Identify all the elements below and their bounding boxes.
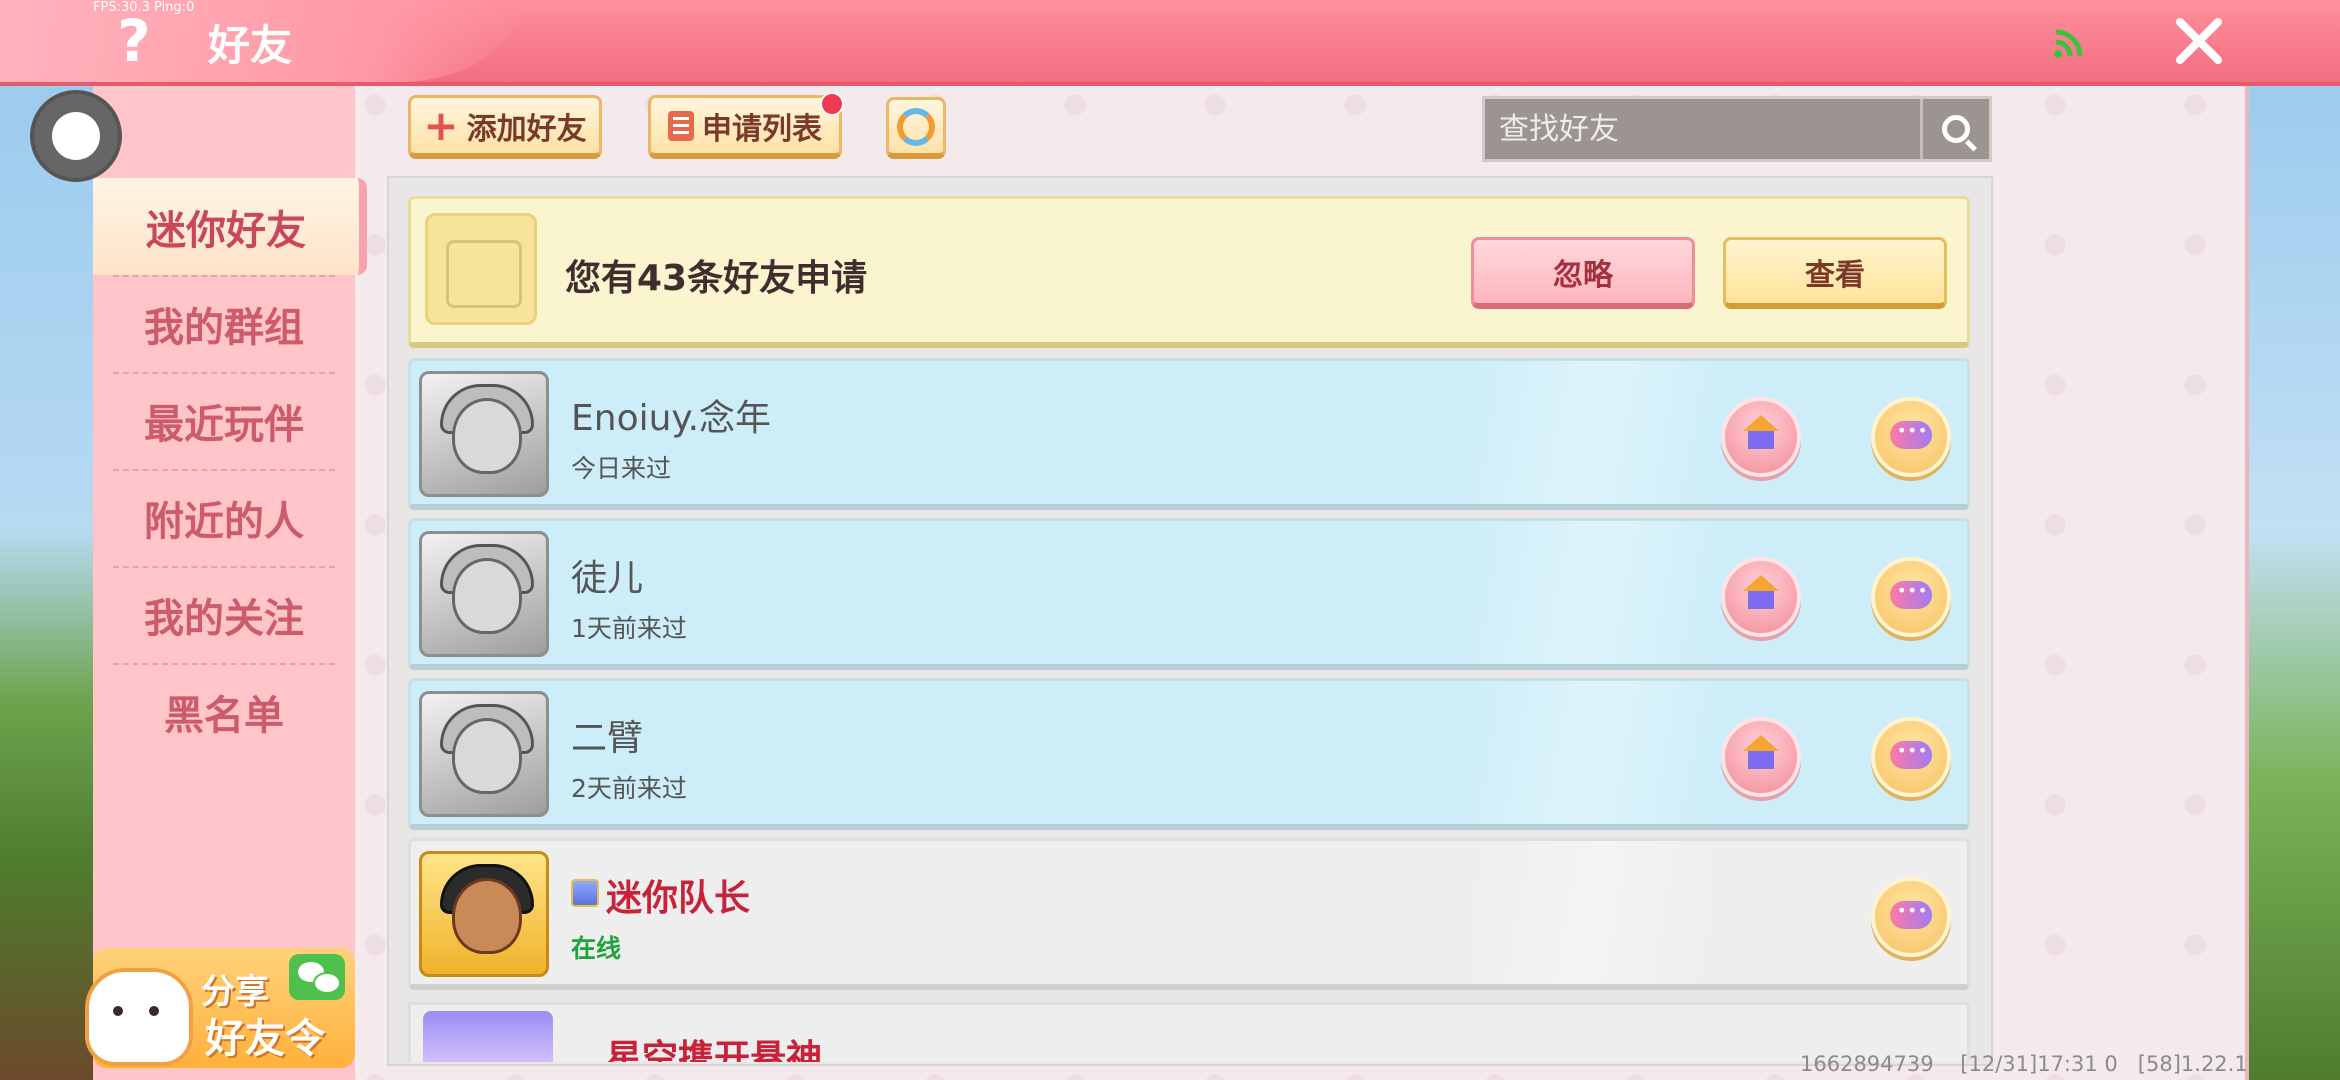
list-item[interactable]: 迷你队长 在线 bbox=[408, 838, 1970, 990]
refresh-button[interactable] bbox=[886, 97, 946, 159]
avatar bbox=[419, 851, 549, 977]
chat-icon[interactable] bbox=[1871, 557, 1951, 637]
friend-name: 星空携开悬神 bbox=[606, 1038, 823, 1062]
game-background-left bbox=[0, 80, 100, 1080]
close-icon[interactable] bbox=[2172, 14, 2226, 68]
chat-icon[interactable] bbox=[1871, 877, 1951, 957]
ignore-button[interactable]: 忽略 bbox=[1471, 237, 1695, 309]
avatar bbox=[419, 691, 549, 817]
sidebar-nav: 迷你好友 我的群组 最近玩伴 附近的人 我的关注 黑名单 bbox=[93, 178, 367, 760]
sidebar-item-label: 迷你好友 bbox=[146, 207, 306, 254]
page-title: 好友 bbox=[208, 21, 293, 70]
fps-readout: FPS:30.3 Ping:0 bbox=[93, 0, 195, 15]
share-sublabel: 好友令 bbox=[205, 1016, 325, 1062]
sidebar-item-mini-friends[interactable]: 迷你好友 bbox=[93, 178, 367, 275]
official-badge-icon bbox=[571, 879, 599, 907]
sidebar-item-label: 我的群组 bbox=[144, 304, 304, 351]
sidebar-item-label: 附近的人 bbox=[144, 498, 304, 545]
friend-status: 在线 bbox=[571, 934, 622, 963]
chat-icon[interactable] bbox=[1871, 397, 1951, 477]
friend-status: 1天前来过 bbox=[571, 614, 687, 643]
list-item[interactable]: 星空携开悬神 bbox=[408, 1002, 1970, 1062]
wifi-icon bbox=[2054, 29, 2083, 58]
wechat-icon bbox=[289, 954, 345, 1000]
search-bar bbox=[1482, 96, 1992, 162]
request-text: 您有43条好友申请 bbox=[565, 258, 868, 299]
help-icon[interactable]: ? bbox=[105, 10, 163, 72]
sidebar-item-nearby[interactable]: 附近的人 bbox=[93, 469, 355, 566]
list-item[interactable]: 二臂 2天前来过 bbox=[408, 678, 1970, 830]
list-item[interactable]: Enoiuy.念年 今日来过 bbox=[408, 358, 1970, 510]
home-icon[interactable] bbox=[1721, 397, 1801, 477]
friend-name: 二臂 bbox=[571, 718, 644, 759]
plus-icon: + bbox=[423, 101, 459, 150]
add-friend-button[interactable]: + 添加好友 bbox=[408, 95, 602, 159]
header-bar: ? 好友 bbox=[0, 0, 2340, 86]
avatar bbox=[423, 1011, 553, 1062]
sidebar-item-recent-players[interactable]: 最近玩伴 bbox=[93, 372, 355, 469]
sidebar-item-label: 黑名单 bbox=[164, 692, 284, 739]
list-icon bbox=[668, 110, 694, 141]
request-icon bbox=[425, 213, 537, 325]
sidebar-item-following[interactable]: 我的关注 bbox=[93, 566, 355, 663]
search-input[interactable] bbox=[1485, 98, 1920, 160]
sidebar-item-label: 最近玩伴 bbox=[144, 401, 304, 448]
friend-name: 迷你队长 bbox=[606, 878, 751, 919]
chat-icon[interactable] bbox=[1871, 717, 1951, 797]
sidebar-item-label: 我的关注 bbox=[144, 595, 304, 642]
game-background-right bbox=[2245, 80, 2340, 1080]
refresh-icon bbox=[897, 107, 935, 146]
friend-status: 今日来过 bbox=[571, 454, 672, 483]
friend-request-card: 您有43条好友申请 忽略 查看 bbox=[408, 196, 1970, 348]
search-icon bbox=[1942, 115, 1970, 143]
sidebar-item-my-groups[interactable]: 我的群组 bbox=[93, 275, 355, 372]
friend-name: Enoiuy.念年 bbox=[571, 398, 772, 439]
friend-name: 徒儿 bbox=[571, 558, 644, 599]
share-friend-code-button[interactable]: 分享 好友令 bbox=[85, 948, 355, 1068]
friend-status: 2天前来过 bbox=[571, 774, 687, 803]
sidebar-item-blacklist[interactable]: 黑名单 bbox=[93, 663, 355, 760]
search-button[interactable] bbox=[1920, 99, 1989, 159]
notification-dot bbox=[820, 92, 844, 116]
avatar bbox=[419, 531, 549, 657]
mascot-icon bbox=[85, 968, 193, 1066]
list-item[interactable]: 徒儿 1天前来过 bbox=[408, 518, 1970, 670]
apply-list-label: 申请列表 bbox=[702, 111, 822, 147]
avatar bbox=[419, 371, 549, 497]
apply-list-button[interactable]: 申请列表 bbox=[648, 95, 842, 159]
view-button[interactable]: 查看 bbox=[1723, 237, 1947, 309]
version-info: 1662894739 [12/31]17:31 0 [58]1.22.1 bbox=[1800, 1052, 2248, 1076]
home-icon[interactable] bbox=[1721, 557, 1801, 637]
floating-record-button[interactable] bbox=[30, 90, 122, 182]
home-icon[interactable] bbox=[1721, 717, 1801, 797]
add-friend-label: 添加好友 bbox=[466, 111, 587, 147]
